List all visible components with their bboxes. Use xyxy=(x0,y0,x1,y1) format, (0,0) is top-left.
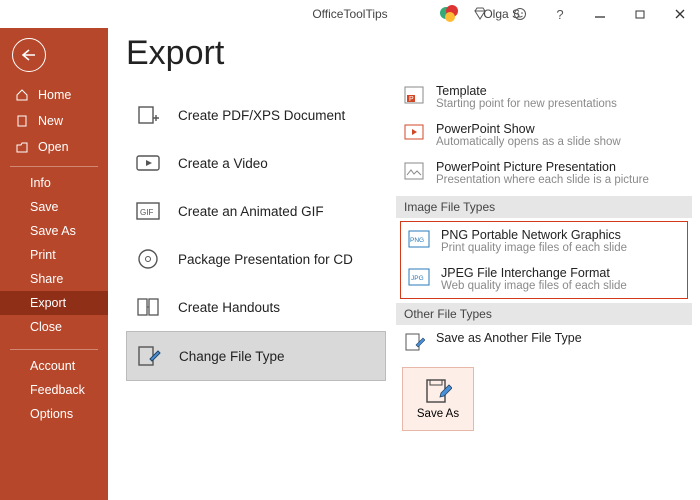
export-package-cd[interactable]: Package Presentation for CD xyxy=(126,235,386,283)
highlighted-image-types: PNG PNG Portable Network GraphicsPrint q… xyxy=(400,221,688,299)
nav-share[interactable]: Share xyxy=(0,267,108,291)
handouts-icon xyxy=(134,295,162,319)
nav-open[interactable]: Open xyxy=(0,134,108,160)
nav-save-as[interactable]: Save As xyxy=(0,219,108,243)
filetype-jpeg[interactable]: JPG JPEG File Interchange FormatWeb qual… xyxy=(401,260,687,298)
filetype-other[interactable]: Save as Another File Type xyxy=(396,325,692,359)
show-icon xyxy=(402,122,426,144)
minimize-icon[interactable] xyxy=(580,0,620,28)
filetype-png[interactable]: PNG PNG Portable Network GraphicsPrint q… xyxy=(401,222,687,260)
template-icon: P xyxy=(402,84,426,106)
filetype-show[interactable]: PowerPoint ShowAutomatically opens as a … xyxy=(396,116,692,154)
svg-text:GIF: GIF xyxy=(140,208,153,217)
change-file-type-icon xyxy=(135,344,163,368)
export-video[interactable]: Create a Video xyxy=(126,139,386,187)
nav-home[interactable]: Home xyxy=(0,82,108,108)
emoji-icon[interactable] xyxy=(500,0,540,28)
user-avatar[interactable] xyxy=(438,3,460,25)
nav-account[interactable]: Account xyxy=(0,354,108,378)
save-as-icon xyxy=(424,378,452,404)
close-icon[interactable] xyxy=(660,0,700,28)
help-icon[interactable]: ? xyxy=(540,0,580,28)
nav-new[interactable]: New xyxy=(0,108,108,134)
home-icon xyxy=(14,88,30,102)
other-file-types-header: Other File Types xyxy=(396,303,692,325)
file-type-panel: P TemplateStarting point for new present… xyxy=(396,28,700,500)
export-pdf-xps[interactable]: Create PDF/XPS Document xyxy=(126,91,386,139)
filetype-picture-presentation[interactable]: PowerPoint Picture PresentationPresentat… xyxy=(396,154,692,192)
nav-options[interactable]: Options xyxy=(0,402,108,426)
image-file-types-header: Image File Types xyxy=(396,196,692,218)
svg-text:PNG: PNG xyxy=(410,237,424,244)
nav-close[interactable]: Close xyxy=(0,315,108,339)
export-change-file-type[interactable]: Change File Type xyxy=(126,331,386,381)
svg-text:JPG: JPG xyxy=(411,275,424,282)
svg-text:P: P xyxy=(409,96,414,103)
nav-export[interactable]: Export xyxy=(0,291,108,315)
restore-icon[interactable] xyxy=(620,0,660,28)
new-icon xyxy=(14,114,30,128)
gif-icon: GIF xyxy=(134,199,162,223)
page-title: Export xyxy=(126,34,386,73)
backstage-sidebar: Home New Open Info Save Save As Print Sh… xyxy=(0,28,108,500)
cd-icon xyxy=(134,247,162,271)
video-icon xyxy=(134,151,162,175)
document-title: OfficeToolTips xyxy=(312,7,387,21)
nav-print[interactable]: Print xyxy=(0,243,108,267)
png-icon: PNG xyxy=(407,228,431,250)
other-file-icon xyxy=(402,331,426,353)
export-gif[interactable]: GIFCreate an Animated GIF xyxy=(126,187,386,235)
pdf-icon xyxy=(134,103,162,127)
nav-feedback[interactable]: Feedback xyxy=(0,378,108,402)
filetype-template[interactable]: P TemplateStarting point for new present… xyxy=(396,78,692,116)
back-button[interactable] xyxy=(12,38,46,72)
picture-pres-icon xyxy=(402,160,426,182)
nav-info[interactable]: Info xyxy=(0,171,108,195)
export-handouts[interactable]: Create Handouts xyxy=(126,283,386,331)
diamond-icon[interactable] xyxy=(460,0,500,28)
open-icon xyxy=(14,140,30,154)
nav-save[interactable]: Save xyxy=(0,195,108,219)
jpg-icon: JPG xyxy=(407,266,431,288)
save-as-button[interactable]: Save As xyxy=(402,367,474,431)
